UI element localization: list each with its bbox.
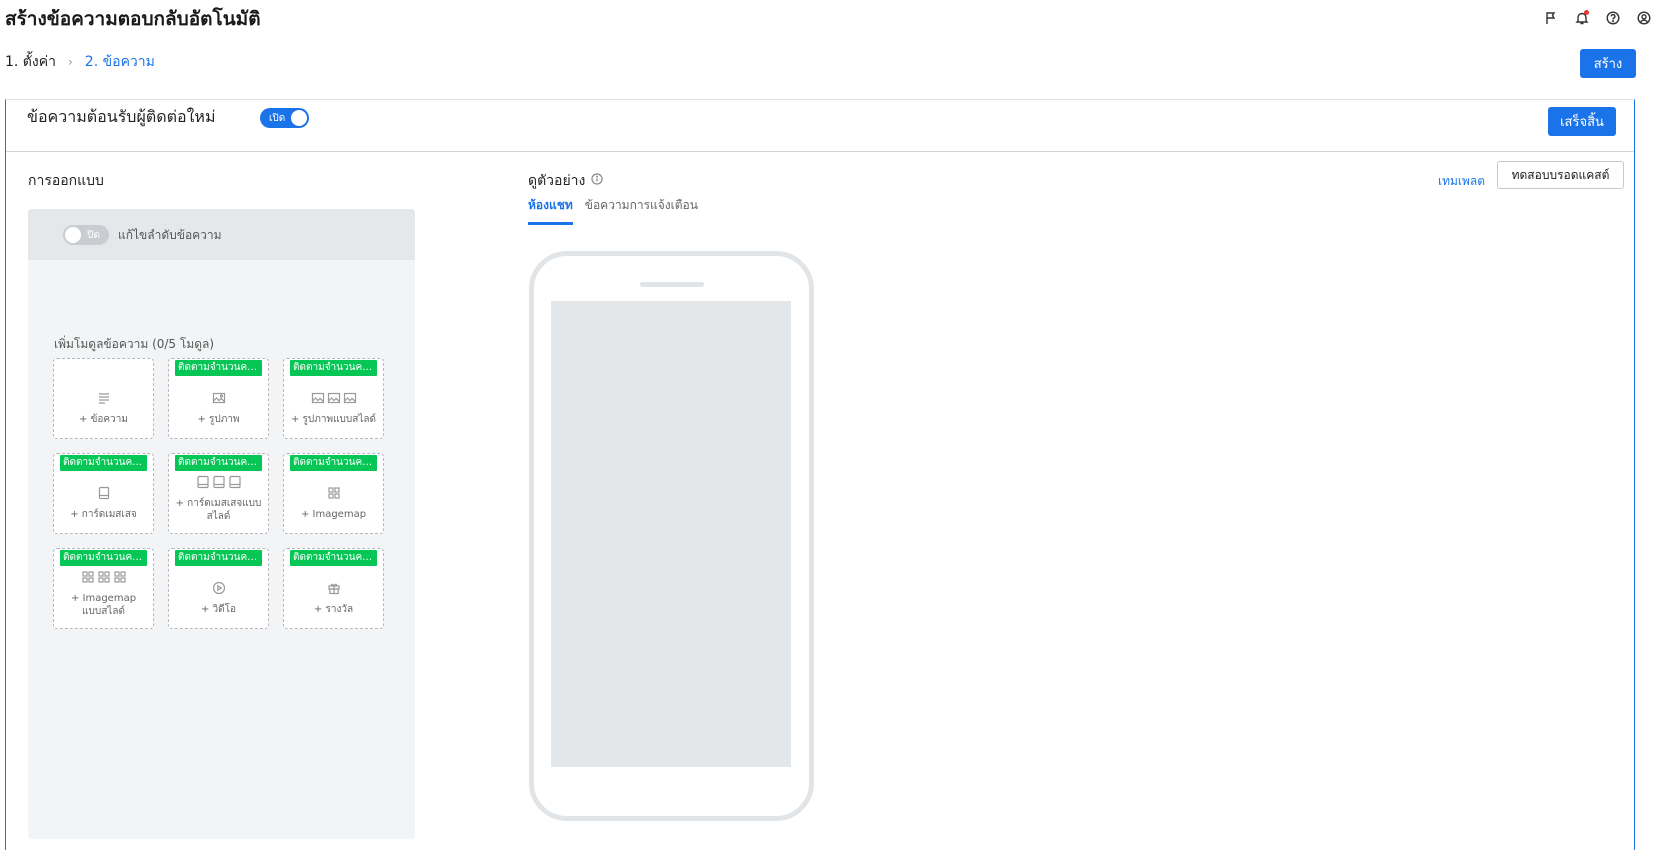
- text-icon: [97, 391, 111, 405]
- module-card-carousel[interactable]: ติดตามจำนวนคน... + การ์ดเมสเสจแบบสไลด์: [168, 453, 269, 534]
- design-panel: ปิด แก้ไขลำดับข้อความ เพิ่มโมดูลข้อความ …: [28, 209, 415, 839]
- module-badge: ติดตามจำนวนคน...: [290, 455, 377, 471]
- tab-notification[interactable]: ข้อความการแจ้งเตือน: [585, 196, 698, 225]
- toggle-knob: [65, 227, 81, 243]
- module-video[interactable]: ติดตามจำนวนคน... + วิดีโอ: [168, 548, 269, 629]
- module-label: + การ์ดเมสเสจแบบสไลด์: [175, 498, 262, 522]
- notification-dot: [1584, 10, 1589, 15]
- test-broadcast-button[interactable]: ทดสอบบรอดแคสต์: [1497, 161, 1624, 189]
- preview-heading: ดูตัวอย่าง: [528, 173, 586, 189]
- module-label: + รางวัล: [313, 604, 354, 615]
- card-title: ข้อความต้อนรับผู้ติดต่อใหม่: [27, 107, 216, 126]
- top-icon-bar: [1542, 9, 1653, 27]
- imagemap-icon: [327, 486, 341, 500]
- done-button[interactable]: เสร็จสิ้น: [1548, 107, 1616, 136]
- flag-icon[interactable]: [1542, 9, 1560, 27]
- module-reward[interactable]: ติดตามจำนวนคน... + รางวัล: [283, 548, 384, 629]
- card-icon: [97, 486, 111, 500]
- design-heading: การออกแบบ: [28, 173, 104, 189]
- preview-heading-wrap: ดูตัวอย่าง: [528, 170, 603, 192]
- tab-chat-room[interactable]: ห้องแชท: [528, 196, 573, 225]
- info-icon[interactable]: [591, 173, 603, 189]
- phone-screen: [551, 301, 791, 767]
- breadcrumb-separator: ›: [67, 55, 73, 69]
- image-carousel-icon: [311, 391, 357, 405]
- module-label: + Imagemap: [300, 509, 367, 520]
- module-badge: ติดตามจำนวนคน...: [290, 550, 377, 566]
- module-imagemap[interactable]: ติดตามจำนวนคน... + Imagemap: [283, 453, 384, 534]
- module-badge: ติดตามจำนวนคน...: [60, 455, 147, 471]
- gift-icon: [327, 581, 341, 595]
- add-modules-label: เพิ่มโมดูลข้อความ (0/5 โมดูล): [54, 337, 215, 351]
- bell-icon[interactable]: [1573, 9, 1591, 27]
- page-title: สร้างข้อความตอบกลับอัตโนมัติ: [5, 8, 261, 30]
- module-card-message[interactable]: ติดตามจำนวนคน... + การ์ดเมสเสจ: [53, 453, 154, 534]
- video-icon: [212, 581, 226, 595]
- image-icon: [212, 391, 226, 405]
- account-icon[interactable]: [1635, 9, 1653, 27]
- step-settings[interactable]: 1. ตั้งค่า: [5, 51, 56, 73]
- module-image[interactable]: ติดตามจำนวนคน... + รูปภาพ: [168, 358, 269, 439]
- card-carousel-icon: [196, 475, 242, 489]
- breadcrumb: 1. ตั้งค่า › 2. ข้อความ: [5, 51, 155, 73]
- module-badge: ติดตามจำนวนคน...: [60, 550, 147, 566]
- module-label: + ข้อความ: [79, 414, 128, 425]
- module-image-carousel[interactable]: ติดตามจำนวนคน... + รูปภาพแบบสไลด์: [283, 358, 384, 439]
- preview-tabs: ห้องแชท ข้อความการแจ้งเตือน: [528, 196, 698, 225]
- phone-speaker: [640, 282, 704, 287]
- card-header: ข้อความต้อนรับผู้ติดต่อใหม่ เปิด เสร็จสิ…: [6, 100, 1634, 152]
- module-imagemap-carousel[interactable]: ติดตามจำนวนคน... + Imagemap แบบสไลด์: [53, 548, 154, 629]
- module-badge: ติดตามจำนวนคน...: [175, 455, 262, 471]
- help-icon[interactable]: [1604, 9, 1622, 27]
- toggle-on-label: เปิด: [269, 113, 286, 124]
- module-label: + วิดีโอ: [200, 604, 237, 615]
- message-card: ข้อความต้อนรับผู้ติดต่อใหม่ เปิด เสร็จสิ…: [5, 99, 1635, 850]
- module-badge: ติดตามจำนวนคน...: [175, 360, 262, 376]
- reorder-label: แก้ไขลำดับข้อความ: [118, 228, 222, 242]
- template-link[interactable]: เทมเพลต: [1438, 172, 1485, 191]
- module-grid: + ข้อความ ติดตามจำนวนคน... + รูปภาพ ติดต…: [53, 358, 384, 629]
- module-text[interactable]: + ข้อความ: [53, 358, 154, 439]
- module-label: + Imagemap แบบสไลด์: [70, 593, 137, 617]
- module-label: + การ์ดเมสเสจ: [70, 509, 137, 520]
- reorder-toggle[interactable]: ปิด: [63, 225, 109, 245]
- toggle-knob: [291, 110, 307, 126]
- create-button[interactable]: สร้าง: [1580, 49, 1636, 78]
- module-badge: ติดตามจำนวนคน...: [175, 550, 262, 566]
- step-message[interactable]: 2. ข้อความ: [85, 51, 155, 73]
- welcome-toggle[interactable]: เปิด: [260, 108, 309, 128]
- module-label: + รูปภาพแบบสไลด์: [291, 414, 376, 425]
- design-panel-header: ปิด แก้ไขลำดับข้อความ: [28, 209, 415, 260]
- toggle-off-label: ปิด: [87, 230, 100, 241]
- module-badge: ติดตามจำนวนคน...: [290, 360, 377, 376]
- phone-preview: [529, 251, 814, 821]
- module-label: + รูปภาพ: [197, 414, 240, 425]
- imagemap-carousel-icon: [81, 570, 127, 584]
